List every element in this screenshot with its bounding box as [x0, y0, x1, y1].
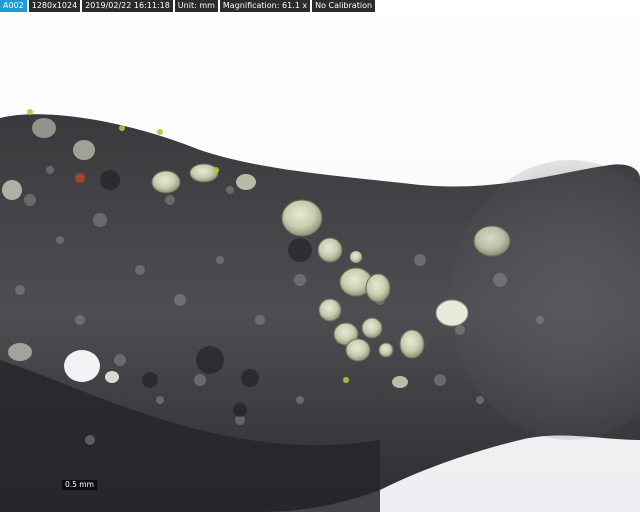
red-speck	[75, 173, 85, 183]
image-id-label: A002	[0, 0, 27, 12]
bark-with-lichen-image	[0, 109, 640, 512]
capture-info-bar: A002 1280x1024 2019/02/22 16:11:18 Unit:…	[0, 0, 376, 12]
calibration-label: No Calibration	[312, 0, 376, 12]
datetime-label: 2019/02/22 16:11:18	[82, 0, 173, 12]
microscope-image-viewport	[0, 0, 640, 512]
scale-bar-label: 0.5 mm	[62, 480, 97, 490]
magnification-label: Magnification: 61.1 x	[219, 0, 311, 12]
bark-cavity	[64, 350, 100, 382]
unit-label: Unit: mm	[174, 0, 218, 12]
resolution-label: 1280x1024	[28, 0, 81, 12]
